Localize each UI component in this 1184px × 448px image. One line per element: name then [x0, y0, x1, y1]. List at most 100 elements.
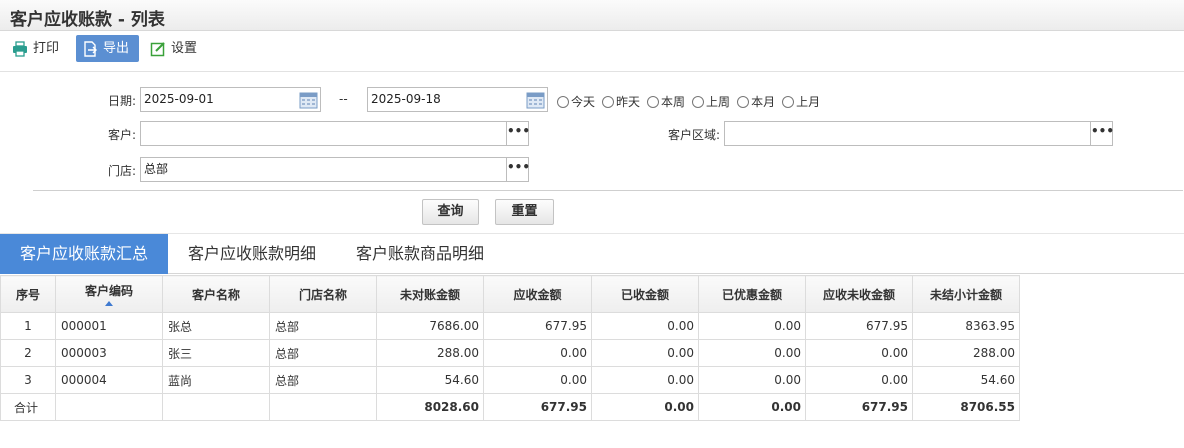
customer-browse-button[interactable]: ••• [506, 121, 530, 146]
table-row[interactable]: 2 000003 张三 总部 288.00 0.00 0.00 0.00 0.0… [0, 339, 1020, 367]
cell-store-name: 总部 [269, 366, 377, 394]
cell-received: 0.00 [591, 366, 699, 394]
settings-button[interactable]: 设置 [144, 35, 203, 62]
export-label: 导出 [103, 41, 130, 56]
date-range-separator: -- [339, 92, 348, 106]
store-input[interactable]: 总部 [140, 157, 508, 182]
radio-last-month[interactable]: 上月 [782, 93, 820, 110]
tab-goods-detail[interactable]: 客户账款商品明细 [336, 234, 504, 274]
col-header-unreconciled[interactable]: 未对账金额 [376, 275, 484, 313]
radio-circle [737, 95, 750, 108]
col-header-subtotal[interactable]: 未结小计金额 [912, 275, 1020, 313]
radio-this-week[interactable]: 本周 [647, 93, 685, 110]
col-header-customer-name[interactable]: 客户名称 [162, 275, 270, 313]
radio-circle [647, 95, 660, 108]
region-input[interactable] [724, 121, 1092, 146]
cell-total-discount: 0.00 [698, 393, 806, 421]
cell-total-outstanding: 677.95 [805, 393, 913, 421]
customer-input[interactable] [140, 121, 508, 146]
radio-last-week[interactable]: 上周 [692, 93, 730, 110]
receivables-table: 序号 客户编码 客户名称 门店名称 未对账金额 应收金额 已收金额 已优惠金额 … [0, 275, 1020, 421]
date-from-input[interactable]: 2025-09-01 [140, 87, 321, 112]
date-to-input[interactable]: 2025-09-18 [367, 87, 548, 112]
store-label: 门店: [107, 164, 136, 178]
cell-total-receivable: 677.95 [483, 393, 592, 421]
cell-discount: 0.00 [698, 312, 806, 340]
cell-total-received: 0.00 [591, 393, 699, 421]
cell-customer-code: 000003 [55, 339, 163, 367]
customer-label: 客户: [107, 128, 136, 142]
divider [33, 190, 1183, 191]
col-header-index[interactable]: 序号 [0, 275, 56, 313]
cell-store-name: 总部 [269, 339, 377, 367]
cell-receivable: 0.00 [483, 339, 592, 367]
tab-bar: 客户应收账款汇总 客户应收账款明细 客户账款商品明细 [0, 233, 1184, 274]
radio-circle [692, 95, 705, 108]
cell-total-subtotal: 8706.55 [912, 393, 1020, 421]
table-row[interactable]: 3 000004 蓝尚 总部 54.60 0.00 0.00 0.00 0.00… [0, 366, 1020, 394]
col-header-outstanding[interactable]: 应收未收金额 [805, 275, 913, 313]
cell-index: 3 [0, 366, 56, 394]
col-header-received[interactable]: 已收金额 [591, 275, 699, 313]
table-header-row: 序号 客户编码 客户名称 门店名称 未对账金额 应收金额 已收金额 已优惠金额 … [0, 275, 1020, 313]
edit-icon [150, 41, 166, 57]
cell-index: 1 [0, 312, 56, 340]
cell-total-unreconciled: 8028.60 [376, 393, 484, 421]
cell-discount: 0.00 [698, 366, 806, 394]
cell-customer-code: 000001 [55, 312, 163, 340]
calendar-icon[interactable] [299, 90, 318, 109]
export-icon [82, 40, 98, 57]
cell-unreconciled: 288.00 [376, 339, 484, 367]
cell-receivable: 0.00 [483, 366, 592, 394]
settings-label: 设置 [171, 41, 198, 56]
cell-received: 0.00 [591, 312, 699, 340]
table-total-row: 合计 8028.60 677.95 0.00 0.00 677.95 8706.… [0, 393, 1020, 421]
radio-yesterday[interactable]: 昨天 [602, 93, 640, 110]
print-label: 打印 [33, 41, 60, 56]
cell-unreconciled: 7686.00 [376, 312, 484, 340]
cell-subtotal: 54.60 [912, 366, 1020, 394]
cell-store-name: 总部 [269, 312, 377, 340]
toolbar: 打印 导出 设置 [0, 32, 1184, 72]
radio-circle [782, 95, 795, 108]
col-header-customer-code[interactable]: 客户编码 [55, 275, 163, 313]
title-bar: 客户应收账款 - 列表 [0, 0, 1184, 31]
page-title: 客户应收账款 - 列表 [10, 10, 165, 30]
cell-unreconciled: 54.60 [376, 366, 484, 394]
store-browse-button[interactable]: ••• [506, 157, 530, 182]
radio-circle [602, 95, 615, 108]
cell-subtotal: 8363.95 [912, 312, 1020, 340]
cell-outstanding: 0.00 [805, 339, 913, 367]
region-browse-button[interactable]: ••• [1090, 121, 1114, 146]
cell-discount: 0.00 [698, 339, 806, 367]
export-button[interactable]: 导出 [76, 35, 139, 62]
table-row[interactable]: 1 000001 张总 总部 7686.00 677.95 0.00 0.00 … [0, 312, 1020, 340]
cell-subtotal: 288.00 [912, 339, 1020, 367]
cell-receivable: 677.95 [483, 312, 592, 340]
radio-this-month[interactable]: 本月 [737, 93, 775, 110]
region-label: 客户区域: [667, 128, 720, 142]
date-label: 日期: [107, 94, 136, 108]
tab-summary[interactable]: 客户应收账款汇总 [0, 234, 168, 274]
cell-index: 2 [0, 339, 56, 367]
col-header-store-name[interactable]: 门店名称 [269, 275, 377, 313]
cell-total-label: 合计 [0, 393, 56, 421]
radio-today[interactable]: 今天 [557, 93, 595, 110]
cell-customer-name: 张三 [162, 339, 270, 367]
date-to-value: 2025-09-18 [371, 92, 441, 106]
cell-outstanding: 0.00 [805, 366, 913, 394]
reset-button[interactable]: 重置 [495, 199, 554, 225]
print-button[interactable]: 打印 [6, 35, 65, 62]
col-header-receivable[interactable]: 应收金额 [483, 275, 592, 313]
quick-range-radios: 今天 昨天 本周 上周 本月 上月 [557, 93, 820, 110]
col-header-discount[interactable]: 已优惠金额 [698, 275, 806, 313]
cell-customer-code: 000004 [55, 366, 163, 394]
date-from-value: 2025-09-01 [144, 92, 214, 106]
query-button[interactable]: 查询 [422, 199, 479, 225]
tab-detail[interactable]: 客户应收账款明细 [168, 234, 336, 274]
cell-customer-name: 蓝尚 [162, 366, 270, 394]
cell-outstanding: 677.95 [805, 312, 913, 340]
cell-received: 0.00 [591, 339, 699, 367]
radio-circle [557, 95, 569, 108]
calendar-icon[interactable] [526, 90, 545, 109]
